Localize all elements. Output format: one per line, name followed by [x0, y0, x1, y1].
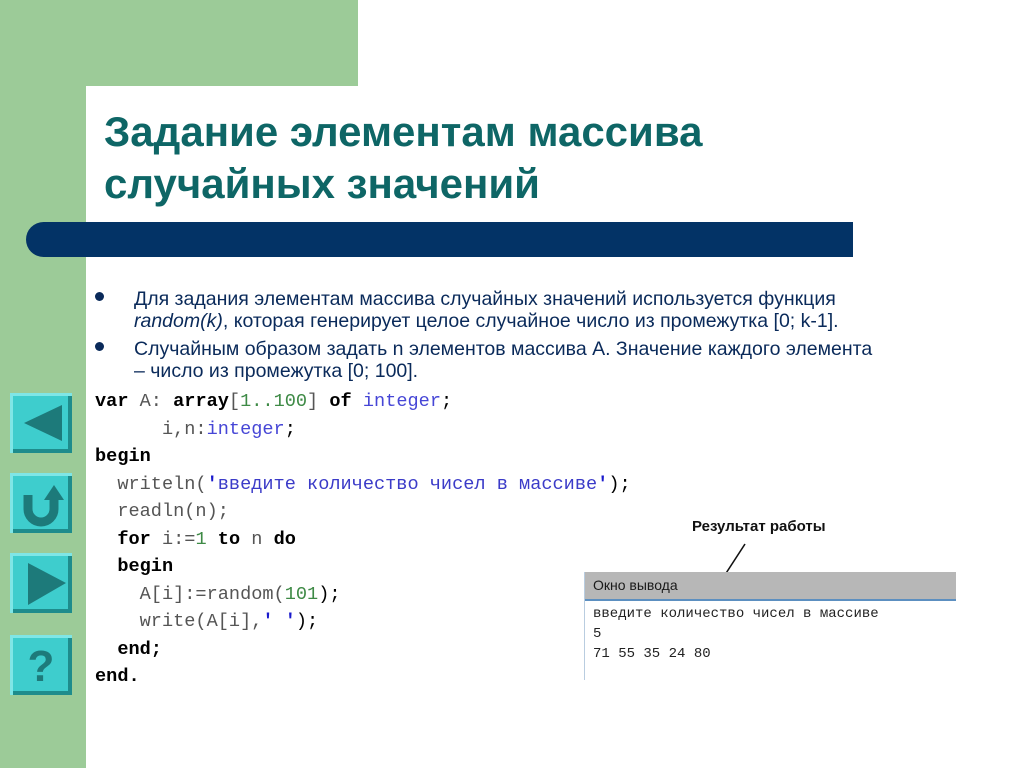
bullet-text-line: – число из промежутка [0; 100].: [134, 360, 419, 382]
triangle-left-icon: [24, 405, 62, 441]
code-line: for i:=1 to n do: [117, 528, 296, 550]
output-window-body: введите количество чисел в массиве 5 71 55…: [585, 601, 956, 664]
title-line-2: случайных значений: [104, 160, 540, 207]
code-listing: var A: array[1..100] of integer; i,n:int…: [95, 388, 631, 691]
code-line: writeln('введите количество чисел в масс…: [117, 473, 631, 495]
output-window: Окно вывода введите количество чисел в м…: [584, 572, 956, 680]
bullet-item: Случайным образом задать n элементов мас…: [95, 338, 1015, 382]
top-green-block: [0, 0, 358, 86]
svg-text:?: ?: [28, 642, 55, 691]
output-line: 71 55 35 24 80: [593, 646, 711, 662]
title-underline-bar: [26, 222, 853, 257]
function-name: random(k): [134, 310, 223, 332]
slide-title: Задание элементам массива случайных знач…: [104, 106, 702, 210]
bullet-text-line: Случайным образом задать n элементов мас…: [134, 338, 873, 360]
bullet-item: Для задания элементам массива случайных …: [95, 288, 1015, 332]
output-line: 5: [593, 626, 602, 642]
code-line: begin: [95, 446, 151, 467]
code-line: A[i]:=random(101);: [139, 583, 341, 605]
bullet-dot-icon: [95, 292, 104, 301]
output-line: введите количество чисел в массиве: [593, 606, 879, 622]
code-line: begin: [117, 556, 174, 577]
previous-slide-button[interactable]: [10, 393, 72, 453]
question-mark-icon: ?: [28, 642, 55, 691]
bullet-dot-icon: [95, 342, 104, 351]
code-line: end.: [95, 666, 140, 687]
output-window-title: Окно вывода: [585, 572, 956, 601]
code-line: i,n:integer;: [161, 418, 296, 440]
bullet-text-line: random(k), которая генерирует целое случ…: [134, 310, 1015, 332]
code-line: write(A[i],' ');: [139, 611, 319, 632]
code-line: end;: [117, 638, 162, 660]
bullet-text-rest: , которая генерирует целое случайное чис…: [222, 310, 839, 332]
u-turn-arrow-icon: [23, 485, 64, 527]
result-caption: Результат работы: [692, 518, 826, 535]
triangle-right-icon: [28, 563, 66, 605]
return-button[interactable]: [10, 473, 72, 533]
help-button[interactable]: ?: [10, 635, 72, 695]
code-line: readln(n);: [117, 501, 229, 522]
bullet-list: Для задания элементам массива случайных …: [95, 288, 1015, 388]
next-slide-button[interactable]: [10, 553, 72, 613]
title-line-1: Задание элементам массива: [104, 108, 703, 155]
code-line: var A: array[1..100] of integer;: [95, 391, 453, 412]
bullet-text-line: Для задания элементам массива случайных …: [134, 288, 836, 310]
